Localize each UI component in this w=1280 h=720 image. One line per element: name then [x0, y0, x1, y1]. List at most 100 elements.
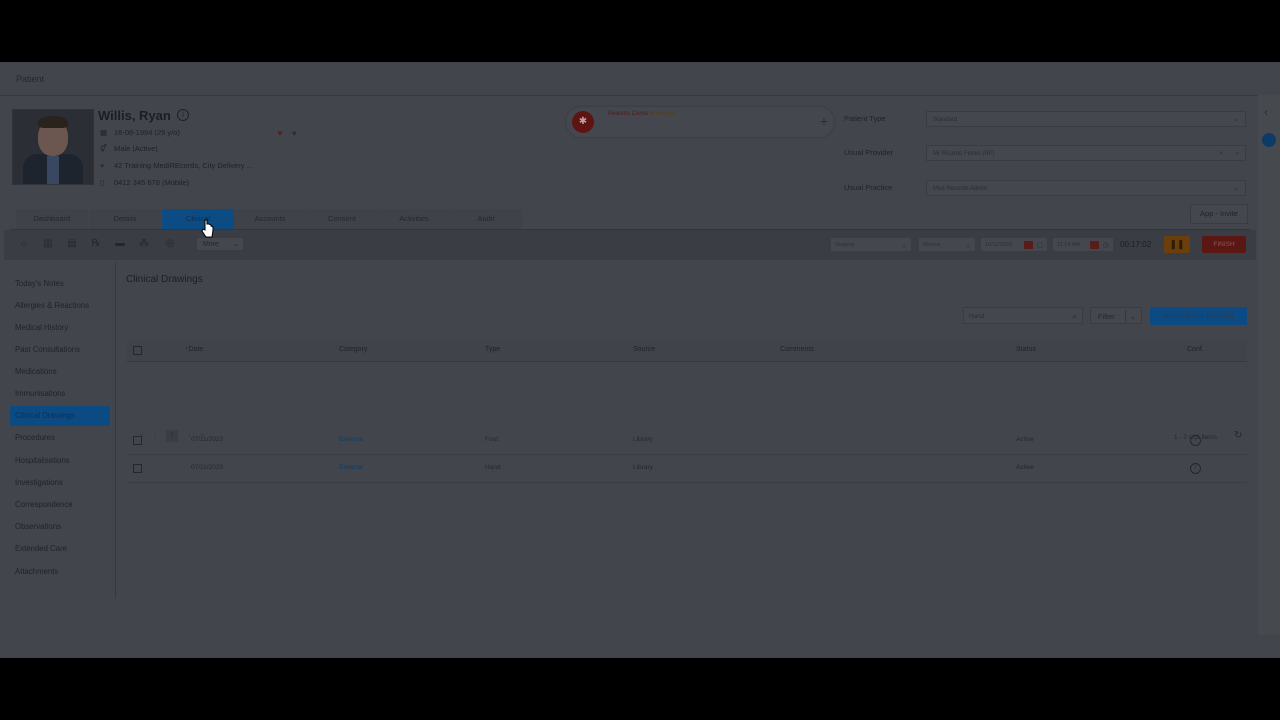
patient-type-select[interactable]: Standard ⌄ [926, 111, 1246, 127]
chevron-down-icon: ⌄ [1233, 185, 1239, 192]
sidebar-item-investigations[interactable]: Investigations [10, 473, 110, 493]
chart-icon[interactable]: ▥ [42, 238, 54, 250]
table-row[interactable]: 07/11/2023 External Hand Library Active … [127, 454, 1247, 483]
collapse-arrow-icon[interactable]: ‹ [1264, 105, 1268, 119]
usual-practice-select[interactable]: Med Records Admin ⌄ [926, 180, 1246, 196]
app-screen: Patient Willis, Ryan i ▦ 16-08-1994 (29 y… [0, 62, 1280, 658]
col-category[interactable]: Category [339, 339, 367, 361]
cell-status: Active [1016, 464, 1034, 471]
cell-category[interactable]: External [339, 454, 363, 482]
cell-source: Library [633, 464, 653, 471]
filter-button[interactable]: Filter ⌄ [1090, 307, 1142, 324]
tab-activities[interactable]: Activities [378, 209, 450, 229]
patient-phone-row: ▯ 0412 345 678 (Mobile) [100, 178, 189, 187]
clock-icon: ◷ [1102, 242, 1109, 249]
cell-category[interactable]: External [339, 426, 363, 454]
patient-type-label: Patient Type [844, 114, 886, 123]
package-icon[interactable]: ◎ [164, 238, 176, 250]
row-checkbox[interactable] [133, 464, 142, 473]
sidebar-item-clinical-drawings[interactable]: Clinical Drawings [10, 406, 110, 426]
search-input[interactable]: Hand ⌕ [963, 307, 1083, 324]
tab-details[interactable]: Details [89, 209, 161, 229]
sidebar-item-hospitalisations[interactable]: Hospitalisations [10, 451, 110, 471]
heart-icon[interactable]: ♥ [292, 129, 297, 138]
alert-badge-icon: ✱ [572, 111, 594, 133]
patient-address-row: ⌖ 42 Training MediREcords, City Delivery … [100, 161, 253, 171]
patient-name[interactable]: Willis, Ryan [98, 108, 171, 123]
prescription-icon[interactable]: ℞ [90, 238, 102, 250]
gender-icon: ⚥ [100, 144, 107, 153]
col-type[interactable]: Type [485, 339, 500, 361]
clinical-sidebar: Today's Notes Allergies & Reactions Medi… [4, 262, 116, 598]
allergy-alert-box[interactable]: ✱ Peanuts Coma Moderate + [566, 107, 834, 137]
col-status[interactable]: Status [1016, 339, 1036, 361]
header-divider [0, 95, 1280, 96]
sidebar-item-past-consultations[interactable]: Past Consultations [10, 340, 110, 360]
col-source[interactable]: Source [633, 339, 655, 361]
tab-clinical[interactable]: Clinical [162, 209, 234, 229]
first-page-icon[interactable]: « [140, 432, 144, 439]
usual-provider-field[interactable]: Mr Ricardo Flores (RP) × ⌕ [926, 145, 1246, 161]
items-count: 1 - 2 of 2 items [1174, 434, 1217, 441]
sidebar-divider [115, 262, 116, 598]
select-all-checkbox[interactable] [133, 346, 142, 355]
cell-source: Library [633, 436, 653, 443]
surgery-select[interactable]: Surgery ⌄ [830, 237, 912, 252]
last-page-icon[interactable]: » [200, 432, 204, 439]
tab-dashboard[interactable]: Dashboard [16, 209, 88, 229]
page-number[interactable]: 1 [166, 430, 179, 442]
table-header: ↑Date Category Type Source Comments Stat… [127, 339, 1247, 362]
sidebar-item-procedures[interactable]: Procedures [10, 428, 110, 448]
patient-photo [12, 109, 94, 185]
info-icon[interactable]: i [177, 109, 189, 121]
vehicle-icon[interactable]: ▬ [114, 238, 126, 250]
refresh-icon[interactable]: ↻ [1234, 430, 1242, 441]
table-row[interactable]: 07/11/2023 External Foot Library Active … [127, 426, 1247, 455]
next-page-icon[interactable]: › [188, 432, 190, 439]
sidebar-item-allergies[interactable]: Allergies & Reactions [10, 296, 110, 316]
clear-icon[interactable]: × [1219, 146, 1223, 162]
prev-page-icon[interactable]: ‹ [154, 432, 156, 439]
right-rail: ‹ [1258, 95, 1280, 635]
pagination: « ‹ 1 › » [140, 430, 212, 442]
sidebar-item-medications[interactable]: Medications [10, 362, 110, 382]
pause-button[interactable]: ❚❚ [1164, 236, 1190, 253]
col-date[interactable]: ↑Date [185, 339, 203, 361]
app-invite-button[interactable]: App - Invite [1190, 204, 1248, 224]
new-note-icon[interactable]: ⌂ [18, 238, 30, 250]
tab-consent[interactable]: Consent [306, 209, 378, 229]
sidebar-item-medical-history[interactable]: Medical History [10, 318, 110, 338]
patient-gender: Male (Active) [114, 144, 158, 153]
page-title: Patient [16, 74, 45, 84]
cell-date: 07/11/2023 [191, 464, 224, 471]
search-icon[interactable]: ⌕ [1236, 146, 1239, 162]
new-clinical-drawing-button[interactable]: New Clinical Drawing [1150, 307, 1247, 325]
tab-audit[interactable]: Audit [450, 209, 522, 229]
tab-accounts[interactable]: Accounts [234, 209, 306, 229]
info-icon[interactable]: i [1190, 463, 1201, 474]
consult-timer: 00:17:02 [1120, 240, 1152, 249]
search-icon[interactable]: ⌕ [1073, 308, 1077, 325]
flag-icon[interactable]: ▼ [276, 129, 284, 138]
sidebar-item-correspondence[interactable]: Correspondence [10, 495, 110, 515]
clipboard-icon[interactable]: ▤ [66, 238, 78, 250]
sidebar-item-immunisations[interactable]: Immunisations [10, 384, 110, 404]
finish-button[interactable]: FINISH [1202, 236, 1246, 253]
add-alert-icon[interactable]: + [820, 113, 828, 129]
col-comments[interactable]: Comments [780, 339, 814, 361]
chevron-down-icon: ⌄ [1233, 116, 1239, 123]
patient-gender-row: ⚥ Male (Active) [100, 144, 158, 153]
usual-practice-label: Usual Practice [844, 183, 893, 192]
room-select[interactable]: Rooms ⌄ [918, 237, 976, 252]
sidebar-item-todays-notes[interactable]: Today's Notes [10, 274, 110, 294]
app-badge-icon[interactable] [1262, 133, 1276, 147]
sidebar-item-observations[interactable]: Observations [10, 517, 110, 537]
network-icon[interactable]: ⁂ [138, 238, 150, 250]
phone-icon: ▯ [100, 178, 105, 187]
sidebar-item-attachments[interactable]: Attachments [10, 562, 110, 582]
date-field[interactable]: 10/11/2023 ▢ [980, 237, 1048, 252]
patient-phone: 0412 345 678 (Mobile) [114, 178, 190, 187]
col-conf[interactable]: Conf. [1187, 339, 1204, 361]
time-field[interactable]: 11:14 AM ◷ [1052, 237, 1114, 252]
sidebar-item-extended-care[interactable]: Extended Care [10, 539, 110, 559]
